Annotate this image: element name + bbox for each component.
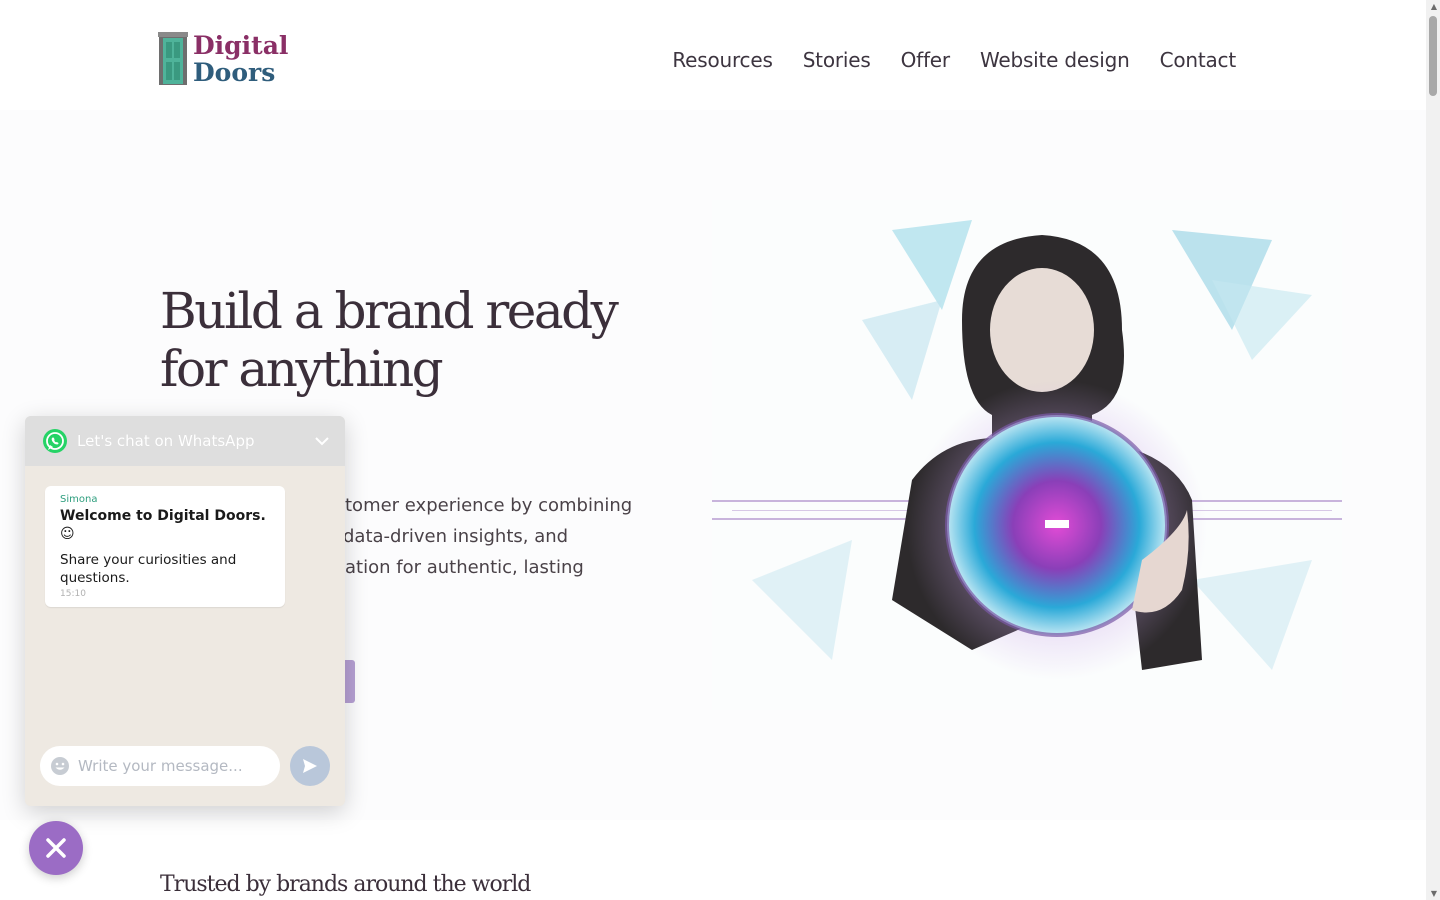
send-button[interactable] [290,746,330,786]
chat-welcome: Welcome to Digital Doors. ☺ [60,508,266,542]
chat-header[interactable]: Let's chat on WhatsApp [25,416,345,466]
chat-close-button[interactable] [29,821,83,875]
chat-input-box[interactable] [40,746,280,786]
nav-stories[interactable]: Stories [803,48,871,72]
logo[interactable]: Digital Doors [158,32,288,86]
close-icon [46,838,66,858]
logo-line1: Digital [193,31,289,60]
hero-desc-line1: tomer experience by combining [345,495,633,516]
chat-sender: Simona [60,494,98,505]
scroll-down-icon[interactable]: ▼ [1431,889,1437,898]
hero-title-line1: Build a brand ready [160,282,619,340]
chat-message-input[interactable] [78,757,268,775]
main-nav: Resources Stories Offer Website design C… [672,48,1236,72]
whatsapp-chat-widget: Let's chat on WhatsApp Simona Welcome to… [25,416,345,806]
emoji-icon[interactable] [50,756,70,776]
hero-desc-line3: ation for authentic, lasting [345,557,584,578]
whatsapp-icon [43,429,67,453]
site-header: Digital Doors Resources Stories Offer We… [0,0,1426,110]
hero-title: Build a brand ready for anything [160,282,680,398]
hero-title-line2: for anything [160,340,444,398]
nav-website-design[interactable]: Website design [980,48,1130,72]
hero-illustration [712,200,1342,710]
nav-resources[interactable]: Resources [672,48,773,72]
chat-header-title: Let's chat on WhatsApp [77,432,255,450]
scroll-up-icon[interactable]: ▲ [1431,2,1437,11]
chat-timestamp: 15:10 [60,589,86,599]
chat-message-text: Share your curiosities and questions. [60,552,237,586]
trusted-heading: Trusted by brands around the world [160,872,531,897]
logo-text: Digital Doors [193,32,288,86]
door-logo-icon [158,32,188,85]
scroll-thumb[interactable] [1429,16,1437,96]
logo-line2: Doors [193,58,276,87]
page-scrollbar[interactable]: ▲ ▼ [1426,0,1440,900]
nav-contact[interactable]: Contact [1160,48,1237,72]
chat-body: Simona Welcome to Digital Doors. ☺ Share… [25,466,345,806]
chat-message-bubble: Simona Welcome to Digital Doors. ☺ Share… [45,486,285,607]
hero-desc-line2: data-driven insights, and [343,526,569,547]
nav-offer[interactable]: Offer [901,48,951,72]
chevron-down-icon[interactable] [313,432,331,450]
send-icon [303,759,317,773]
